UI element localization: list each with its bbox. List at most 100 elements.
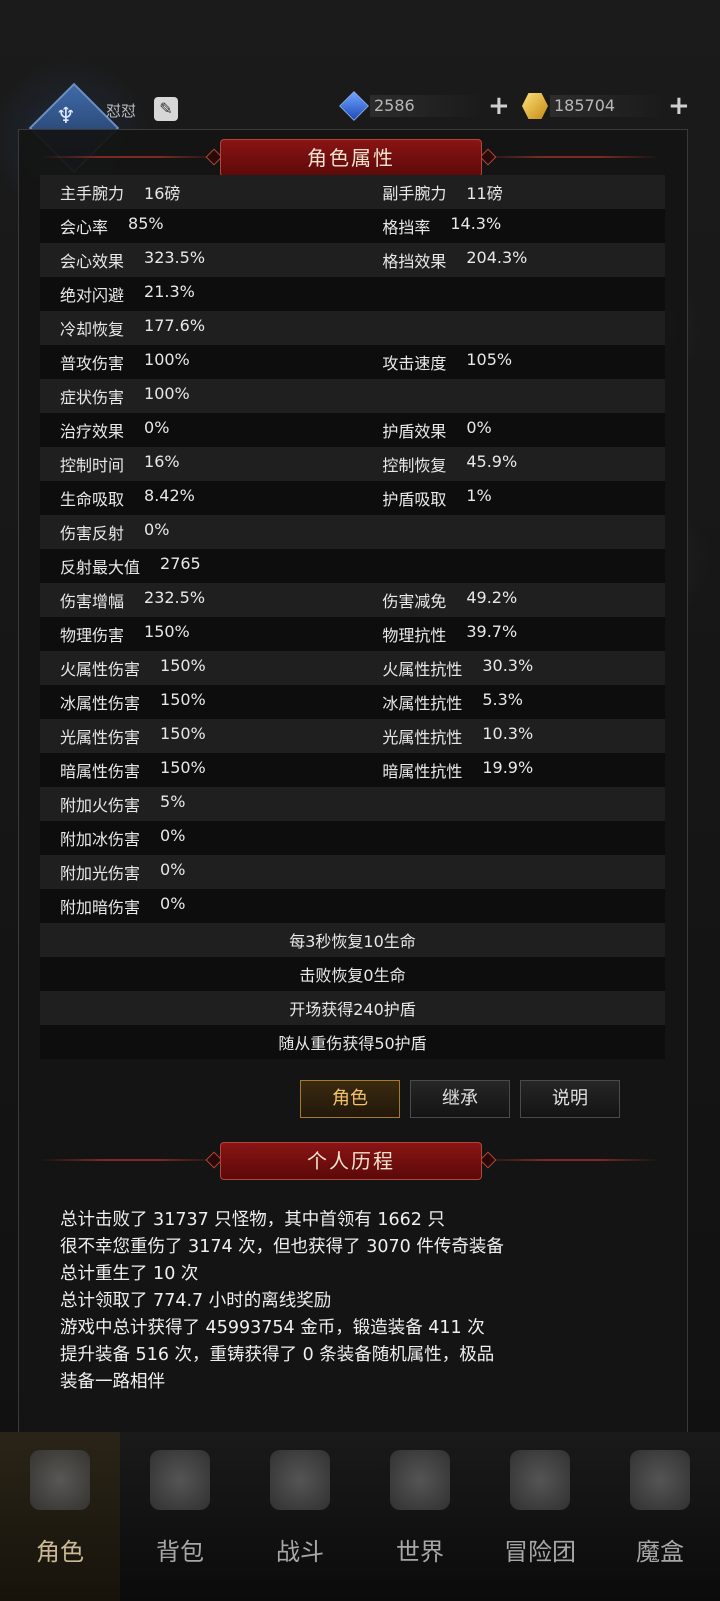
- attribute-label: 攻击速度: [382, 354, 447, 373]
- add-gems-button[interactable]: +: [488, 93, 510, 119]
- attribute-left: 会心率 85%: [40, 214, 382, 238]
- attribute-label: 物理抗性: [382, 626, 447, 645]
- tab-info[interactable]: 说明: [520, 1080, 620, 1118]
- attribute-left: 反射最大值 2765: [40, 554, 382, 578]
- attribute-label: 控制恢复: [382, 456, 447, 475]
- nav-label: 战斗: [276, 1538, 324, 1566]
- attribute-label: 护盾效果: [382, 422, 447, 441]
- attribute-row: 附加暗伤害 0%: [40, 889, 665, 923]
- castle-icon: [510, 1450, 570, 1510]
- attribute-value: 16磅: [144, 184, 181, 203]
- nav-item-4[interactable]: 冒险团: [480, 1432, 600, 1601]
- nav-item-1[interactable]: 背包: [120, 1432, 240, 1601]
- attribute-right: 伤害减免 49.2%: [382, 588, 665, 612]
- attribute-row: 主手腕力 16磅 副手腕力 11磅: [40, 175, 665, 209]
- history-line: 提升装备 516 次，重铸获得了 0 条装备随机属性，极品: [60, 1345, 495, 1365]
- attribute-row: 伤害反射 0%: [40, 515, 665, 549]
- attribute-value: 21.3%: [144, 282, 195, 301]
- attribute-value: 10.3%: [482, 724, 534, 743]
- attribute-label: 冷却恢复: [60, 320, 125, 339]
- attribute-label: 附加冰伤害: [60, 830, 141, 849]
- attributes-title: 角色属性: [220, 139, 482, 177]
- attribute-row: 附加光伤害 0%: [40, 855, 665, 889]
- attribute-right: 火属性抗性 30.3%: [382, 656, 665, 680]
- attribute-value: 0%: [144, 418, 170, 437]
- attribute-value: 39.7%: [466, 622, 518, 641]
- attribute-left: 火属性伤害 150%: [40, 656, 382, 680]
- divider-right: [480, 156, 660, 158]
- attribute-label: 暗属性抗性: [382, 762, 463, 781]
- attribute-label: 火属性抗性: [382, 660, 463, 679]
- attribute-left: 生命吸取 8.42%: [40, 486, 382, 510]
- attribute-row: 控制时间 16% 控制恢复 45.9%: [40, 447, 665, 481]
- history-line: 游戏中总计获得了 45993754 金币，锻造装备 411 次: [60, 1318, 485, 1338]
- attribute-value: 150%: [144, 622, 190, 641]
- backpack-icon: [150, 1450, 210, 1510]
- nav-item-5[interactable]: 魔盒: [600, 1432, 720, 1601]
- effect-row: 击败恢复0生命: [40, 957, 665, 991]
- attribute-left: 症状伤害 100%: [40, 384, 382, 408]
- edit-name-icon[interactable]: ✎: [154, 97, 178, 121]
- attribute-value: 49.2%: [466, 588, 518, 607]
- attribute-row: 冰属性伤害 150% 冰属性抗性 5.3%: [40, 685, 665, 719]
- magic-box-icon: [630, 1450, 690, 1510]
- attribute-value: 150%: [160, 758, 206, 777]
- attribute-label: 绝对闪避: [60, 286, 125, 305]
- attribute-label: 会心效果: [60, 252, 125, 271]
- nav-label: 魔盒: [636, 1538, 684, 1566]
- attribute-row: 附加火伤害 5%: [40, 787, 665, 821]
- nav-item-0[interactable]: 角色: [0, 1432, 120, 1601]
- attribute-label: 生命吸取: [60, 490, 125, 509]
- history-line: 总计领取了 774.7 小时的离线奖励: [60, 1291, 332, 1311]
- nav-item-2[interactable]: 战斗: [240, 1432, 360, 1601]
- nav-label: 世界: [396, 1538, 444, 1566]
- attribute-value: 150%: [160, 724, 206, 743]
- attribute-value: 14.3%: [450, 214, 502, 233]
- attribute-value: 204.3%: [466, 248, 528, 267]
- attribute-label: 冰属性抗性: [382, 694, 463, 713]
- attribute-left: 附加冰伤害 0%: [40, 826, 382, 850]
- attribute-label: 冰属性伤害: [60, 694, 141, 713]
- attribute-right: 冰属性抗性 5.3%: [382, 690, 665, 714]
- attribute-value: 323.5%: [144, 248, 206, 267]
- attribute-right: 护盾吸取 1%: [382, 486, 665, 510]
- attribute-value: 85%: [128, 214, 164, 233]
- history-divider-left: [40, 1159, 220, 1161]
- tab-inherit[interactable]: 继承: [410, 1080, 510, 1118]
- attribute-right: 攻击速度 105%: [382, 350, 665, 374]
- attribute-label: 火属性伤害: [60, 660, 141, 679]
- attribute-value: 0%: [144, 520, 170, 539]
- attribute-right: 副手腕力 11磅: [382, 180, 665, 204]
- attribute-row: 症状伤害 100%: [40, 379, 665, 413]
- attribute-label: 附加光伤害: [60, 864, 141, 883]
- attribute-left: 附加火伤害 5%: [40, 792, 382, 816]
- attribute-label: 主手腕力: [60, 184, 125, 203]
- attribute-row: 反射最大值 2765: [40, 549, 665, 583]
- scroll-map-icon: [390, 1450, 450, 1510]
- attribute-value: 0%: [160, 860, 186, 879]
- attribute-label: 控制时间: [60, 456, 125, 475]
- attribute-value: 8.42%: [144, 486, 195, 505]
- nav-item-3[interactable]: 世界: [360, 1432, 480, 1601]
- panel-tabs: 角色 继承 说明: [300, 1080, 620, 1118]
- attribute-value: 100%: [144, 384, 190, 403]
- attribute-row: 普攻伤害 100% 攻击速度 105%: [40, 345, 665, 379]
- swords-icon: [270, 1450, 330, 1510]
- attribute-right: 格挡效果 204.3%: [382, 248, 665, 272]
- history-line: 总计重生了 10 次: [60, 1264, 199, 1284]
- attribute-value: 5.3%: [482, 690, 524, 709]
- effect-row: 每3秒恢复10生命: [40, 923, 665, 957]
- attribute-value: 0%: [466, 418, 492, 437]
- attribute-left: 冰属性伤害 150%: [40, 690, 382, 714]
- attributes-list: 主手腕力 16磅 副手腕力 11磅 会心率 85% 格挡率 14.3% 会心效果 323.5% 格挡…: [40, 175, 665, 1059]
- nav-label: 角色: [36, 1538, 84, 1566]
- attribute-row: 绝对闪避 21.3%: [40, 277, 665, 311]
- attribute-value: 2765: [160, 554, 201, 573]
- history-line: 总计击败了 31737 只怪物，其中首领有 1662 只: [60, 1210, 445, 1230]
- add-gold-button[interactable]: +: [668, 93, 690, 119]
- tab-role[interactable]: 角色: [300, 1080, 400, 1118]
- attribute-right: 暗属性抗性 19.9%: [382, 758, 665, 782]
- attribute-value: 177.6%: [144, 316, 206, 335]
- attribute-row: 冷却恢复 177.6%: [40, 311, 665, 345]
- attribute-label: 附加暗伤害: [60, 898, 141, 917]
